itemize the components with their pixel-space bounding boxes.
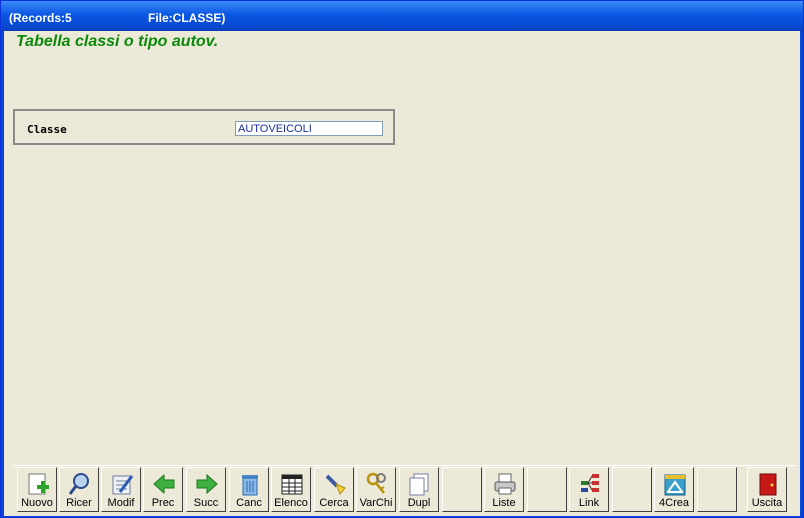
form-area: Tabella classi o tipo autov. Classe Nuov… <box>4 31 800 516</box>
records-count-label: (Records:5 <box>9 11 72 25</box>
link-button[interactable]: Link <box>569 467 609 512</box>
ricer-button[interactable]: Ricer <box>59 467 99 512</box>
flashlight-icon <box>325 474 346 495</box>
blank-button-3[interactable] <box>612 467 652 512</box>
prec-label: Prec <box>151 497 175 509</box>
new-document-icon <box>28 473 49 495</box>
cerca-button[interactable]: Cerca <box>314 467 354 512</box>
nuovo-label: Nuovo <box>21 497 53 509</box>
blank-button-4[interactable] <box>697 467 737 512</box>
classe-label: Classe <box>27 123 67 136</box>
arrow-right-icon <box>196 473 218 495</box>
title-bar[interactable]: (Records:5 File:CLASSE) <box>1 1 803 31</box>
toolbar: Nuovo Ricer Modif Prec Succ Canc Elenco … <box>13 465 797 515</box>
classe-field-group: Classe <box>13 109 395 145</box>
4crea-button[interactable]: 4Crea <box>654 467 694 512</box>
blank-button-1[interactable] <box>442 467 482 512</box>
file-name-label: File:CLASSE) <box>148 11 226 25</box>
design-icon <box>664 474 686 496</box>
dupl-button[interactable]: Dupl <box>399 467 439 512</box>
modif-button[interactable]: Modif <box>101 467 141 512</box>
duplicate-icon <box>409 473 429 496</box>
classe-input[interactable] <box>235 121 383 136</box>
form-heading: Tabella classi o tipo autov. <box>16 33 219 50</box>
arrow-left-icon <box>153 473 175 495</box>
modif-label: Modif <box>107 497 135 509</box>
nuovo-button[interactable]: Nuovo <box>17 467 57 512</box>
exit-door-icon <box>759 473 777 496</box>
varchi-label: VarChi <box>359 497 393 509</box>
cerca-label: Cerca <box>319 497 349 509</box>
uscita-button[interactable]: Uscita <box>747 467 787 512</box>
printer-icon <box>494 473 516 495</box>
varchi-button[interactable]: VarChi <box>356 467 396 512</box>
elenco-label: Elenco <box>274 497 308 509</box>
canc-button[interactable]: Canc <box>229 467 269 512</box>
canc-label: Canc <box>236 497 262 509</box>
trash-icon <box>242 475 258 496</box>
elenco-button[interactable]: Elenco <box>271 467 311 512</box>
keys-icon <box>366 472 386 494</box>
prec-button[interactable]: Prec <box>143 467 183 512</box>
4crea-label: 4Crea <box>659 497 689 509</box>
link-label: Link <box>578 497 600 509</box>
succ-label: Succ <box>193 497 219 509</box>
app-window: (Records:5 File:CLASSE) Tabella classi o… <box>0 0 804 518</box>
liste-label: Liste <box>492 497 516 509</box>
succ-button[interactable]: Succ <box>186 467 226 512</box>
blank-button-2[interactable] <box>527 467 567 512</box>
ricer-label: Ricer <box>66 497 92 509</box>
network-icon <box>581 474 599 492</box>
uscita-label: Uscita <box>751 497 783 509</box>
edit-icon <box>112 475 134 495</box>
search-icon <box>68 473 89 495</box>
dupl-label: Dupl <box>407 497 431 509</box>
liste-button[interactable]: Liste <box>484 467 524 512</box>
table-icon <box>281 474 303 495</box>
